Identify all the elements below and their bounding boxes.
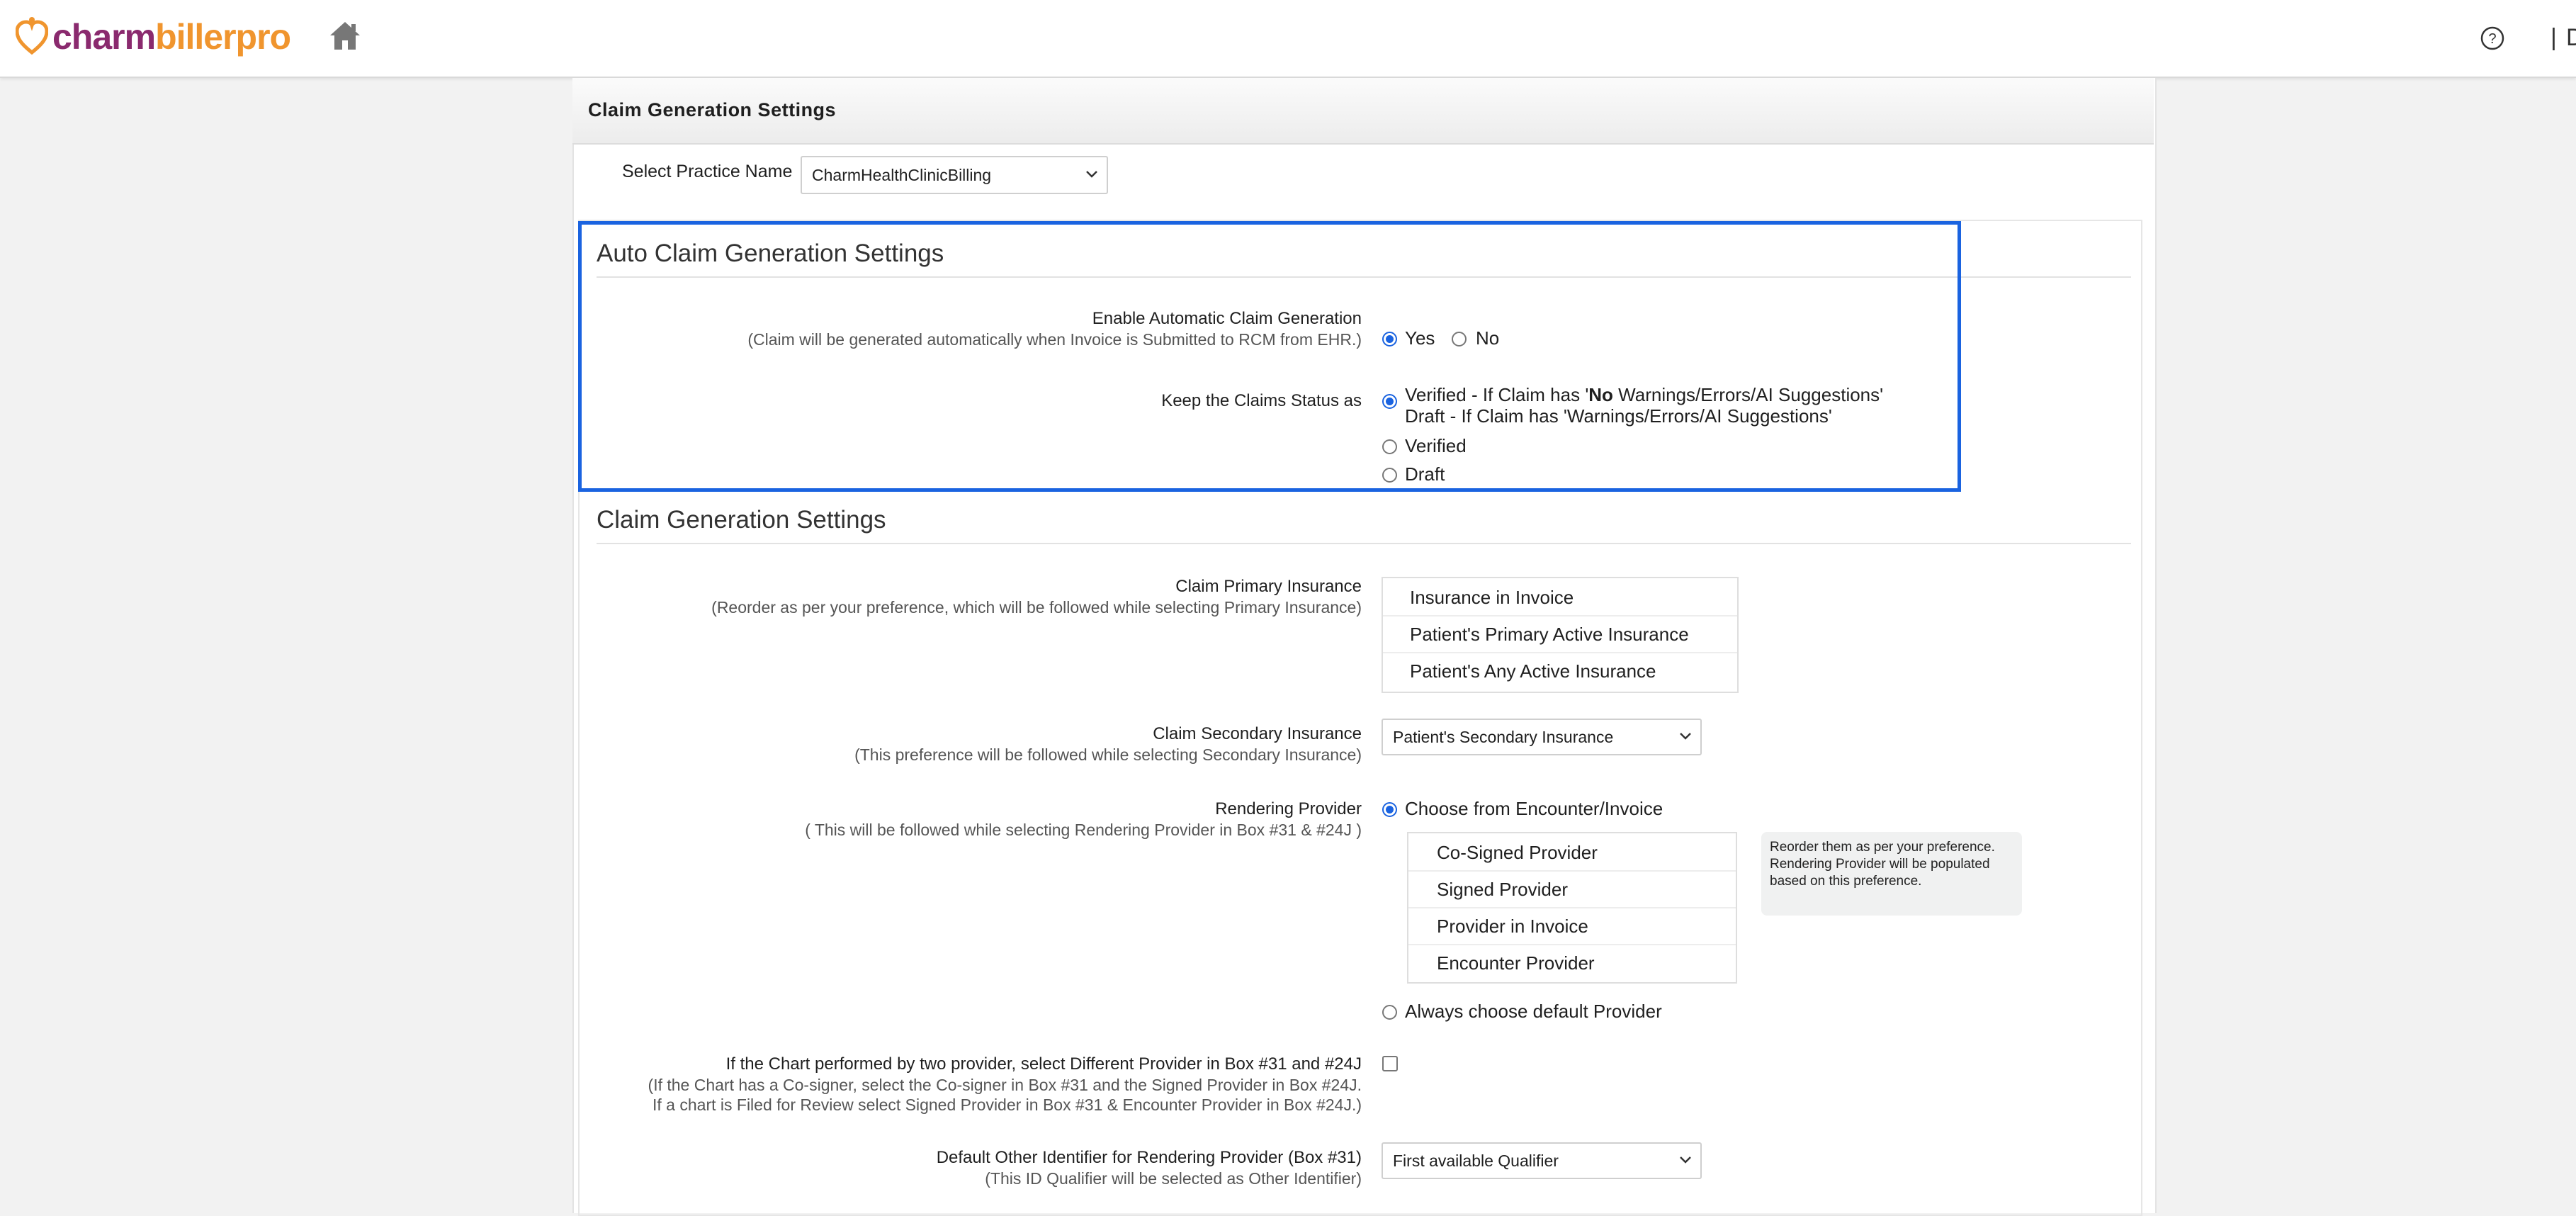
- brand-name-charm: charm: [52, 17, 156, 57]
- rendering-provider-label: Rendering Provider: [1215, 799, 1362, 818]
- topbar-separator: |: [2550, 24, 2557, 51]
- two-provider-checkbox[interactable]: [1382, 1056, 1398, 1071]
- list-item[interactable]: Encounter Provider: [1437, 952, 1595, 974]
- section-divider: [597, 543, 2131, 544]
- chevron-down-icon: [1086, 171, 1097, 178]
- default-other-identifier-help: (This ID Qualifier will be selected as O…: [985, 1169, 1362, 1188]
- home-icon[interactable]: [329, 20, 361, 55]
- rendering-choose-label: Choose from Encounter/Invoice: [1405, 798, 1663, 819]
- primary-insurance-order-list[interactable]: Insurance in Invoice Patient's Primary A…: [1382, 577, 1739, 693]
- two-provider-help-1: (If the Chart has a Co-signer, select th…: [648, 1076, 1362, 1094]
- practice-name-select[interactable]: CharmHealthClinicBilling: [801, 156, 1108, 194]
- chevron-down-icon: [1680, 1156, 1691, 1164]
- default-other-identifier-value: First available Qualifier: [1393, 1151, 1559, 1170]
- list-item[interactable]: Patient's Any Active Insurance: [1410, 660, 1656, 682]
- rendering-default-label: Always choose default Provider: [1405, 1001, 1662, 1022]
- rendering-default-radio[interactable]: [1382, 1005, 1397, 1020]
- two-provider-label: If the Chart performed by two provider, …: [725, 1054, 1362, 1074]
- secondary-insurance-value: Patient's Secondary Insurance: [1393, 727, 1614, 746]
- practice-name-label: Select Practice Name: [622, 162, 793, 181]
- claim-section-title: Claim Generation Settings: [597, 506, 886, 534]
- rendering-provider-help: ( This will be followed while selecting …: [805, 821, 1362, 839]
- brand-name-billerpro: billerpro: [155, 17, 291, 57]
- list-item[interactable]: Provider in Invoice: [1437, 916, 1588, 938]
- list-item[interactable]: Insurance in Invoice: [1410, 587, 1574, 609]
- secondary-insurance-label: Claim Secondary Insurance: [1153, 724, 1362, 743]
- help-icon[interactable]: ?: [2480, 26, 2505, 55]
- rendering-provider-order-list[interactable]: Co-Signed Provider Signed Provider Provi…: [1407, 832, 1737, 984]
- list-item[interactable]: Patient's Primary Active Insurance: [1410, 624, 1689, 646]
- svg-text:?: ?: [2488, 31, 2496, 47]
- list-item[interactable]: Signed Provider: [1437, 879, 1568, 901]
- practice-name-value: CharmHealthClinicBilling: [812, 165, 992, 184]
- list-item[interactable]: Co-Signed Provider: [1437, 842, 1598, 864]
- top-navigation-bar: [0, 0, 2576, 78]
- rendering-choose-radio[interactable]: [1382, 802, 1397, 817]
- brand-logo[interactable]: charmbillerpro: [16, 14, 291, 60]
- heart-logo-icon: [16, 17, 48, 55]
- secondary-insurance-help: (This preference will be followed while …: [854, 745, 1362, 764]
- chevron-down-icon: [1680, 733, 1691, 740]
- secondary-insurance-select[interactable]: Patient's Secondary Insurance: [1382, 719, 1702, 755]
- page-title: Claim Generation Settings: [588, 99, 837, 120]
- default-other-identifier-label: Default Other Identifier for Rendering P…: [936, 1148, 1362, 1167]
- primary-insurance-label: Claim Primary Insurance: [1175, 577, 1362, 596]
- reorder-tooltip: Reorder them as per your preference. Ren…: [1761, 832, 2022, 916]
- highlight-box: [578, 221, 1961, 492]
- two-provider-help-2: If a chart is Filed for Review select Si…: [653, 1096, 1362, 1114]
- default-other-identifier-select[interactable]: First available Qualifier: [1382, 1142, 1702, 1179]
- primary-insurance-help: (Reorder as per your preference, which w…: [711, 598, 1362, 617]
- user-menu[interactable]: D: [2566, 24, 2576, 52]
